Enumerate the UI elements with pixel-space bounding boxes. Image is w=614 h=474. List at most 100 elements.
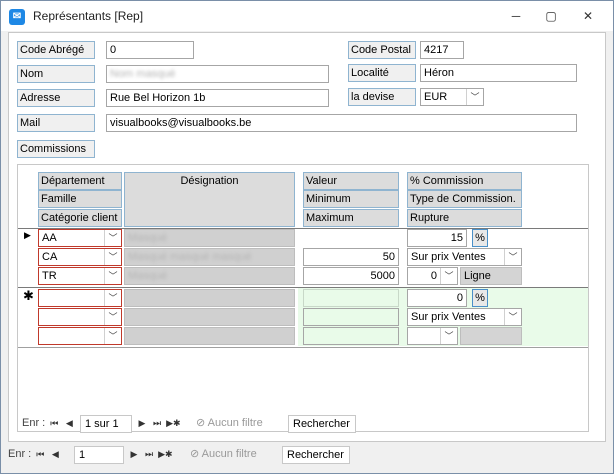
localite-field[interactable]: Héron (420, 64, 577, 82)
code-postal-field[interactable]: 4217 (420, 41, 464, 59)
maximize-button[interactable]: ▢ (536, 5, 566, 27)
designation-categorie: Masqué (124, 267, 295, 285)
title-bar: ✉ Représentants [Rep] ─ ▢ ✕ (1, 1, 613, 31)
new-designation-famille (124, 308, 295, 326)
devise-label: la devise (348, 88, 416, 106)
chevron-down-icon[interactable]: ﹀ (504, 309, 521, 325)
subform-search-input[interactable]: Rechercher (288, 415, 356, 433)
designation-famille-value: Masqué masqué masqué (128, 251, 252, 263)
designation-departement: Masqué (124, 229, 295, 247)
adresse-field[interactable]: Rue Bel Horizon 1b (106, 89, 329, 107)
new-valeur-field[interactable] (303, 289, 399, 307)
designation-famille: Masqué masqué masqué (124, 248, 295, 266)
close-button[interactable]: ✕ (573, 5, 603, 27)
new-rupture-combo[interactable]: ﹀ (407, 327, 458, 345)
first-record-icon[interactable]: ⏮ (34, 446, 46, 462)
departement-combo[interactable]: AA ﹀ (38, 229, 122, 247)
devise-combo[interactable]: EUR ﹀ (420, 88, 484, 106)
main-nav-label: Enr : (8, 448, 32, 460)
commissions-label: Commissions (17, 140, 95, 158)
previous-record-icon[interactable]: ◀ (49, 446, 61, 462)
designation-departement-value: Masqué (128, 232, 168, 244)
app-icon: ✉ (9, 9, 25, 25)
filter-icon: ⊘ (196, 417, 206, 429)
header-pct-commission: % Commission (407, 172, 522, 190)
next-record-icon[interactable]: ▶ (128, 446, 140, 462)
code-abrege-label: Code Abrégé (17, 41, 95, 59)
new-designation-departement (124, 289, 295, 307)
last-record-icon[interactable]: ⏭ (143, 446, 155, 462)
chevron-down-icon[interactable]: ﹀ (440, 328, 457, 344)
nom-field[interactable]: Nom masqué (106, 65, 329, 83)
new-minimum-field[interactable] (303, 308, 399, 326)
new-famille-combo[interactable]: ﹀ (38, 308, 122, 326)
subform-record-position[interactable]: 1 sur 1 (80, 415, 132, 433)
current-record-indicator-icon: ▶ (24, 230, 31, 240)
type-commission-combo[interactable]: Sur prix Ventes ﹀ (407, 248, 522, 266)
new-categorie-combo[interactable]: ﹀ (38, 327, 122, 345)
new-type-commission-combo[interactable]: Sur prix Ventes ﹀ (407, 308, 522, 326)
new-type-commission-value: Sur prix Ventes (411, 311, 486, 323)
categorie-combo[interactable]: TR ﹀ (38, 267, 122, 285)
new-maximum-field[interactable] (303, 327, 399, 345)
subform-nav-buttons: ▶ ⏭ ▶✱ (136, 415, 181, 433)
mail-field[interactable]: visualbooks@visualbooks.be (106, 114, 577, 132)
new-departement-combo[interactable]: ﹀ (38, 289, 122, 307)
departement-value: AA (42, 232, 57, 244)
pct-commission-field[interactable]: 15 (407, 229, 467, 247)
designation-categorie-value: Masqué (128, 270, 168, 282)
chevron-down-icon[interactable]: ﹀ (104, 230, 121, 246)
chevron-down-icon[interactable]: ﹀ (104, 268, 121, 284)
main-search-input[interactable]: Rechercher (282, 446, 350, 464)
rupture-combo[interactable]: 0 ﹀ (407, 267, 458, 285)
first-record-icon[interactable]: ⏮ (48, 415, 60, 431)
nom-value: Nom masqué (110, 68, 176, 80)
header-valeur: Valeur (303, 172, 399, 190)
new-record-icon[interactable]: ▶✱ (158, 446, 172, 462)
categorie-value: TR (42, 270, 57, 282)
nom-label: Nom (17, 65, 95, 83)
header-famille: Famille (38, 190, 122, 208)
rupture-value: 0 (430, 270, 437, 282)
divider (18, 347, 588, 348)
previous-record-icon[interactable]: ◀ (63, 415, 75, 431)
subform-filter-indicator[interactable]: ⊘ Aucun filtre (196, 415, 263, 433)
chevron-down-icon[interactable]: ﹀ (104, 290, 121, 306)
mail-label: Mail (17, 114, 95, 132)
last-record-icon[interactable]: ⏭ (151, 415, 163, 431)
header-categorie-client: Catégorie client (38, 209, 122, 227)
minimize-button[interactable]: ─ (501, 5, 531, 27)
adresse-label: Adresse (17, 89, 95, 107)
rupture-unit: Ligne (460, 267, 522, 285)
percent-badge: % (472, 229, 488, 247)
minimum-field[interactable]: 50 (303, 248, 399, 266)
famille-combo[interactable]: CA ﹀ (38, 248, 122, 266)
localite-label: Localité (348, 64, 416, 82)
devise-value: EUR (424, 91, 448, 103)
header-departement: Département (38, 172, 122, 190)
new-record-asterisk-icon: ✱ (23, 288, 34, 303)
new-percent-badge: % (472, 289, 488, 307)
chevron-down-icon[interactable]: ﹀ (466, 89, 483, 105)
chevron-down-icon[interactable]: ﹀ (104, 249, 121, 265)
chevron-down-icon[interactable]: ﹀ (504, 249, 521, 265)
main-nav-buttons: ▶ ⏭ ▶✱ (128, 446, 173, 464)
maximum-field[interactable]: 5000 (303, 267, 399, 285)
subform-filter-label: Aucun filtre (207, 417, 263, 429)
chevron-down-icon[interactable]: ﹀ (104, 328, 121, 344)
header-type-commission: Type de Commission. (407, 190, 522, 208)
window-title: Représentants [Rep] (33, 9, 144, 23)
main-filter-indicator[interactable]: ⊘ Aucun filtre (190, 446, 257, 464)
code-postal-label: Code Postal (348, 41, 416, 59)
next-record-icon[interactable]: ▶ (136, 415, 148, 431)
type-commission-value: Sur prix Ventes (411, 251, 486, 263)
header-minimum: Minimum (303, 190, 399, 208)
code-abrege-field[interactable]: 0 (106, 41, 194, 59)
new-pct-commission-field[interactable]: 0 (407, 289, 467, 307)
chevron-down-icon[interactable]: ﹀ (104, 309, 121, 325)
new-record-icon[interactable]: ▶✱ (166, 415, 180, 431)
new-designation-categorie (124, 327, 295, 345)
main-record-position[interactable]: 1 (74, 446, 124, 464)
main-nav-bar: Enr : ⏮ ◀ (8, 446, 61, 464)
chevron-down-icon[interactable]: ﹀ (440, 268, 457, 284)
